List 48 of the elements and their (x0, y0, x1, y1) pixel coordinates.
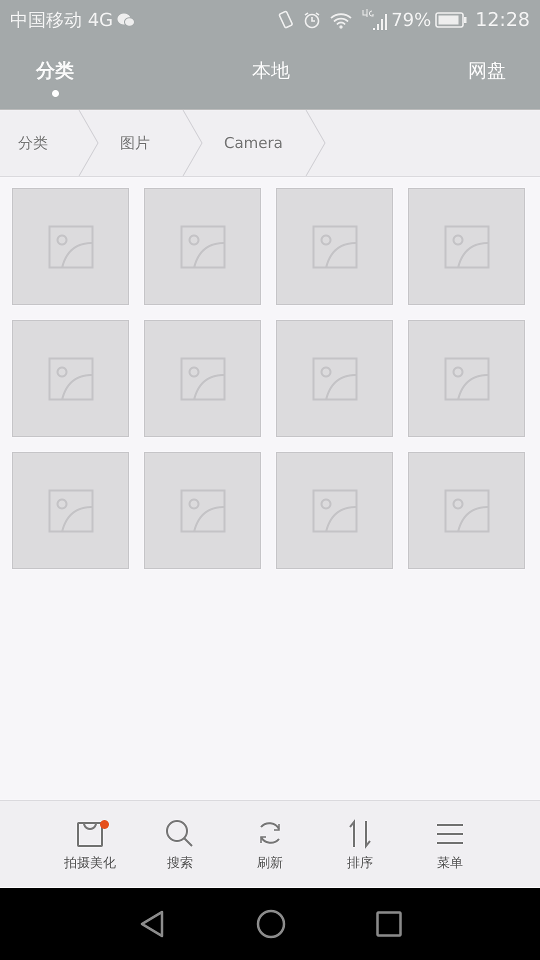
thumbnail-placeholder[interactable] (408, 452, 525, 569)
breadcrumb-item[interactable]: 分类 (0, 134, 78, 152)
toolbar-label[interactable]: 刷新 (257, 854, 283, 872)
thumbnail-placeholder[interactable] (144, 452, 261, 569)
battery-icon (435, 12, 468, 28)
alarm-icon (303, 11, 322, 29)
image-placeholder-icon (444, 356, 490, 400)
vibrate-icon (277, 10, 296, 30)
thumbnail-placeholder[interactable] (408, 188, 525, 305)
home-icon[interactable] (256, 909, 286, 939)
tab[interactable]: 网盘 (462, 56, 512, 86)
breadcrumb-item[interactable]: Camera (204, 134, 305, 152)
image-placeholder-icon (48, 488, 94, 532)
signal-icon (361, 8, 388, 32)
battery-percent: 79% (391, 10, 432, 30)
back-icon[interactable] (138, 909, 166, 939)
recents-icon[interactable] (376, 911, 402, 937)
thumbnail-placeholder[interactable] (12, 320, 129, 437)
thumbnail-placeholder[interactable] (408, 320, 525, 437)
breadcrumb-item[interactable]: 图片 (100, 134, 182, 152)
chat-icon (117, 13, 136, 27)
image-placeholder-icon (180, 356, 226, 400)
toolbar-label[interactable]: 菜单 (437, 854, 463, 872)
image-placeholder-icon (444, 224, 490, 268)
tab[interactable]: 本地 (246, 56, 296, 86)
thumbnail-placeholder[interactable] (12, 452, 129, 569)
image-placeholder-icon (48, 356, 94, 400)
image-placeholder-icon (180, 488, 226, 532)
toolbar-label[interactable]: 排序 (347, 854, 373, 872)
clock-text: 12:28 (475, 9, 530, 31)
image-placeholder-icon (48, 224, 94, 268)
image-placeholder-icon (312, 224, 358, 268)
thumbnail-placeholder[interactable] (144, 320, 261, 437)
thumbnail-placeholder[interactable] (12, 188, 129, 305)
thumbnail-placeholder[interactable] (276, 452, 393, 569)
selected-indicator (52, 90, 58, 97)
image-placeholder-icon (444, 488, 490, 532)
thumbnail-placeholder[interactable] (276, 320, 393, 437)
toolbar-label[interactable]: 搜索 (167, 854, 193, 872)
thumbnail-placeholder[interactable] (276, 188, 393, 305)
thumbnail-placeholder[interactable] (144, 188, 261, 305)
toolbar-label[interactable]: 拍摄美化 (64, 854, 116, 872)
tab[interactable]: 分类 (30, 56, 80, 86)
image-placeholder-icon (312, 488, 358, 532)
carrier-text: 中国移动 4G (10, 9, 114, 32)
image-placeholder-icon (312, 356, 358, 400)
image-placeholder-icon (180, 224, 226, 268)
wifi-icon (329, 11, 354, 29)
